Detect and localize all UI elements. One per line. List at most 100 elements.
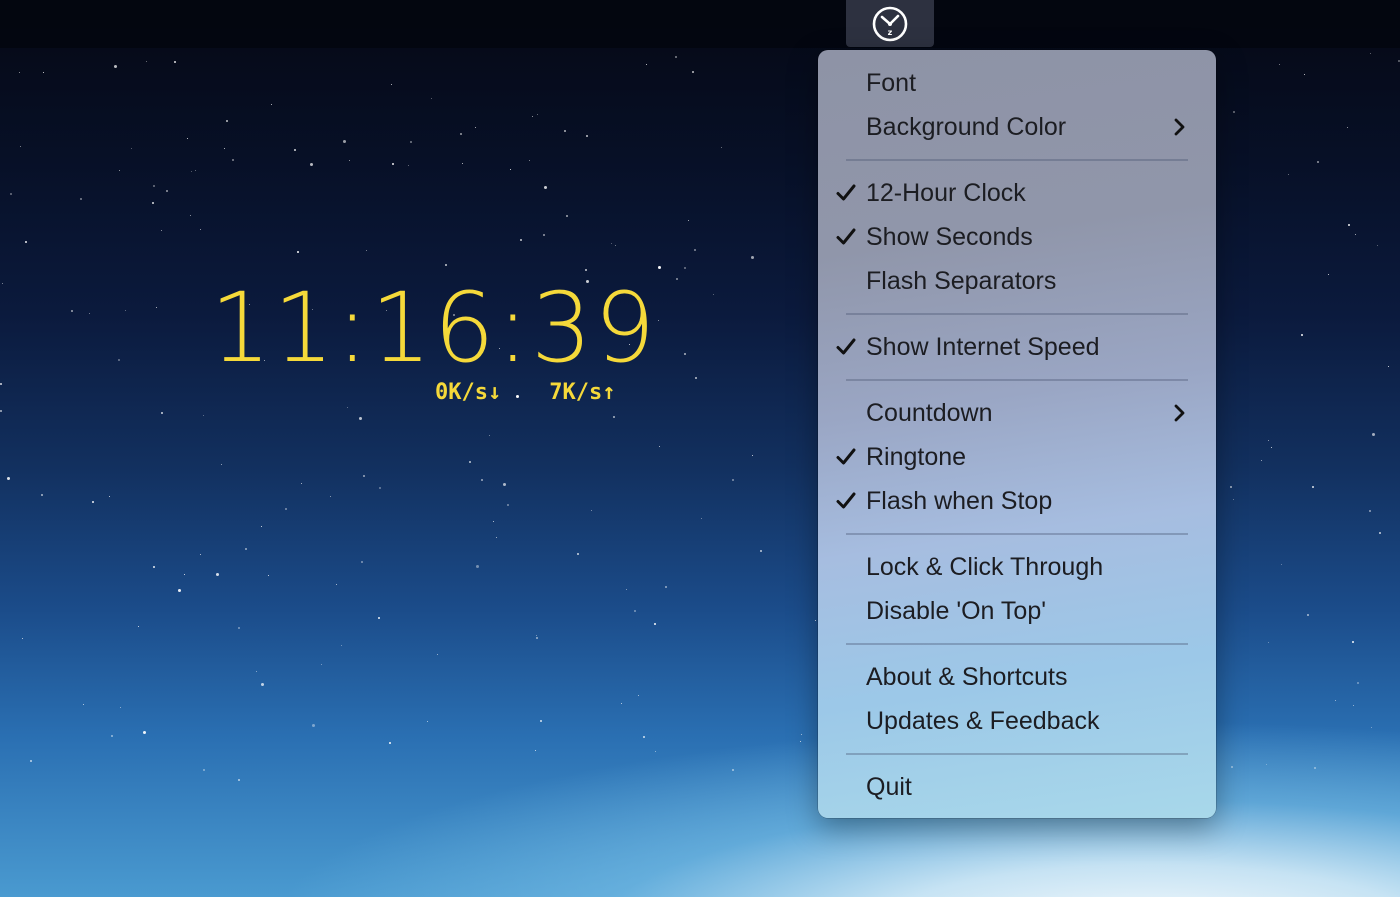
star bbox=[261, 526, 262, 527]
star bbox=[190, 215, 191, 216]
checkmark-icon bbox=[836, 184, 856, 201]
star bbox=[238, 627, 240, 629]
star bbox=[120, 707, 121, 708]
menu-separator bbox=[818, 523, 1216, 545]
star bbox=[152, 202, 154, 204]
clock-tray-button[interactable]: z bbox=[846, 0, 934, 47]
star bbox=[153, 566, 155, 568]
checkmark-icon bbox=[836, 448, 856, 465]
star bbox=[261, 683, 264, 686]
star bbox=[675, 56, 677, 58]
star bbox=[349, 160, 350, 161]
star bbox=[658, 320, 659, 321]
menu-item-disable-on-top[interactable]: Disable 'On Top' bbox=[818, 589, 1216, 633]
menu-item-ringtone[interactable]: Ringtone bbox=[818, 435, 1216, 479]
star bbox=[131, 148, 132, 149]
menu-item-show-seconds[interactable]: Show Seconds bbox=[818, 215, 1216, 259]
star bbox=[1372, 433, 1375, 436]
star bbox=[0, 383, 2, 385]
star bbox=[285, 508, 287, 510]
star bbox=[626, 589, 627, 590]
checkmark-icon bbox=[836, 492, 856, 509]
star bbox=[469, 461, 471, 463]
star bbox=[1352, 641, 1354, 643]
star bbox=[655, 751, 656, 752]
star bbox=[391, 84, 392, 85]
star bbox=[732, 769, 734, 771]
star bbox=[2, 283, 3, 284]
menu-item-about-shortcuts[interactable]: About & Shortcuts bbox=[818, 655, 1216, 699]
star bbox=[30, 760, 32, 762]
star bbox=[301, 483, 302, 484]
menu-item-12-hour-clock[interactable]: 12-Hour Clock bbox=[818, 171, 1216, 215]
menu-item-label: About & Shortcuts bbox=[866, 662, 1068, 691]
star bbox=[378, 617, 380, 619]
star bbox=[330, 496, 331, 497]
star bbox=[109, 496, 110, 497]
star bbox=[427, 721, 428, 722]
desktop-clock-widget[interactable]: 11:16:39 0K/s↓ 7K/s↑ bbox=[210, 280, 655, 405]
menu-item-label: Background Color bbox=[866, 112, 1067, 141]
star bbox=[646, 64, 647, 65]
upload-speed: 7K/s↑ bbox=[549, 380, 616, 405]
star bbox=[361, 561, 363, 563]
star bbox=[659, 446, 660, 447]
star bbox=[1348, 224, 1350, 226]
star bbox=[184, 574, 185, 575]
star bbox=[658, 266, 661, 269]
star bbox=[800, 741, 801, 742]
star bbox=[119, 170, 120, 171]
menu-item-font[interactable]: Font bbox=[818, 61, 1216, 105]
menu-separator bbox=[818, 743, 1216, 765]
star bbox=[540, 720, 542, 722]
menu-item-flash-when-stop[interactable]: Flash when Stop bbox=[818, 479, 1216, 523]
menu-separator bbox=[818, 149, 1216, 171]
menu-item-lock-click-through[interactable]: Lock & Click Through bbox=[818, 545, 1216, 589]
star bbox=[460, 133, 462, 135]
menu-item-countdown[interactable]: Countdown bbox=[818, 391, 1216, 435]
star bbox=[41, 494, 43, 496]
checkmark-icon bbox=[836, 228, 856, 245]
menu-item-background-color[interactable]: Background Color bbox=[818, 105, 1216, 149]
svg-text:z: z bbox=[888, 28, 893, 37]
star bbox=[1347, 127, 1348, 128]
menu-item-quit[interactable]: Quit bbox=[818, 765, 1216, 809]
star bbox=[566, 215, 568, 217]
menu-separator bbox=[818, 633, 1216, 655]
star bbox=[200, 229, 201, 230]
star bbox=[1268, 440, 1269, 441]
star bbox=[80, 198, 82, 200]
star bbox=[146, 61, 147, 62]
star bbox=[481, 479, 483, 481]
download-speed: 0K/s↓ bbox=[435, 380, 502, 405]
star bbox=[815, 620, 816, 621]
star bbox=[1231, 766, 1233, 768]
star bbox=[71, 310, 73, 312]
star bbox=[1370, 53, 1371, 54]
star bbox=[43, 72, 44, 73]
star bbox=[695, 377, 697, 379]
checkmark-icon bbox=[836, 338, 856, 355]
star bbox=[297, 251, 299, 253]
star bbox=[591, 510, 592, 511]
star bbox=[665, 586, 667, 588]
star bbox=[613, 416, 615, 418]
star bbox=[1233, 111, 1235, 113]
star bbox=[536, 637, 538, 639]
star bbox=[1388, 366, 1389, 367]
star bbox=[543, 234, 545, 236]
internet-speed: 0K/s↓ 7K/s↑ bbox=[435, 380, 615, 405]
star bbox=[801, 734, 802, 735]
menu-item-label: Ringtone bbox=[866, 442, 967, 471]
star bbox=[1369, 510, 1371, 512]
star bbox=[143, 731, 146, 734]
star bbox=[336, 584, 337, 585]
star bbox=[1355, 234, 1356, 235]
star bbox=[1266, 764, 1267, 765]
menu-item-show-internet-speed[interactable]: Show Internet Speed bbox=[818, 325, 1216, 369]
star bbox=[232, 159, 234, 161]
menu-item-updates-feedback[interactable]: Updates & Feedback bbox=[818, 699, 1216, 743]
star bbox=[379, 487, 381, 489]
menu-item-flash-separators[interactable]: Flash Separators bbox=[818, 259, 1216, 303]
star bbox=[532, 116, 533, 117]
